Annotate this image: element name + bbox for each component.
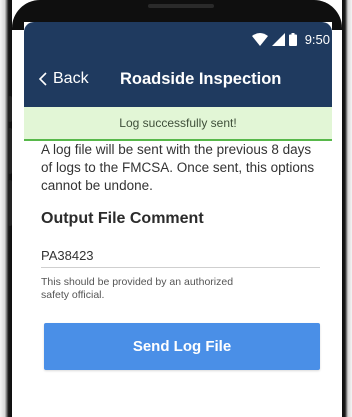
status-bar: 9:50 [24,22,332,58]
battery-icon [288,33,297,46]
volume-up-button [8,96,12,122]
section-title: Output File Comment [41,210,204,227]
comment-field [41,244,320,268]
signal-icon [271,33,285,46]
toast-message: Log successfully sent! [119,116,237,130]
phone-right-edge [342,0,352,417]
phone-screen: 9:50 Back Roadside Inspection Log succes… [24,22,332,417]
page-title: Roadside Inspection [120,70,282,88]
wifi-icon [251,33,268,46]
comment-input[interactable] [41,244,320,266]
send-log-file-button[interactable]: Send Log File [44,323,320,370]
volume-down-button [8,128,12,174]
speaker-grill [148,4,214,8]
back-button[interactable]: Back [38,70,89,88]
phone-frame: 9:50 Back Roadside Inspection Log succes… [0,0,352,417]
power-button [8,180,12,226]
back-label: Back [53,70,89,87]
chevron-left-icon [38,72,47,86]
success-toast: Log successfully sent! [24,107,332,141]
status-icons: 9:50 [251,32,330,47]
status-time: 9:50 [304,32,330,47]
description-text: A log file will be sent with the previou… [41,142,315,193]
comment-hint: This should be provided by an authorized… [41,276,234,301]
